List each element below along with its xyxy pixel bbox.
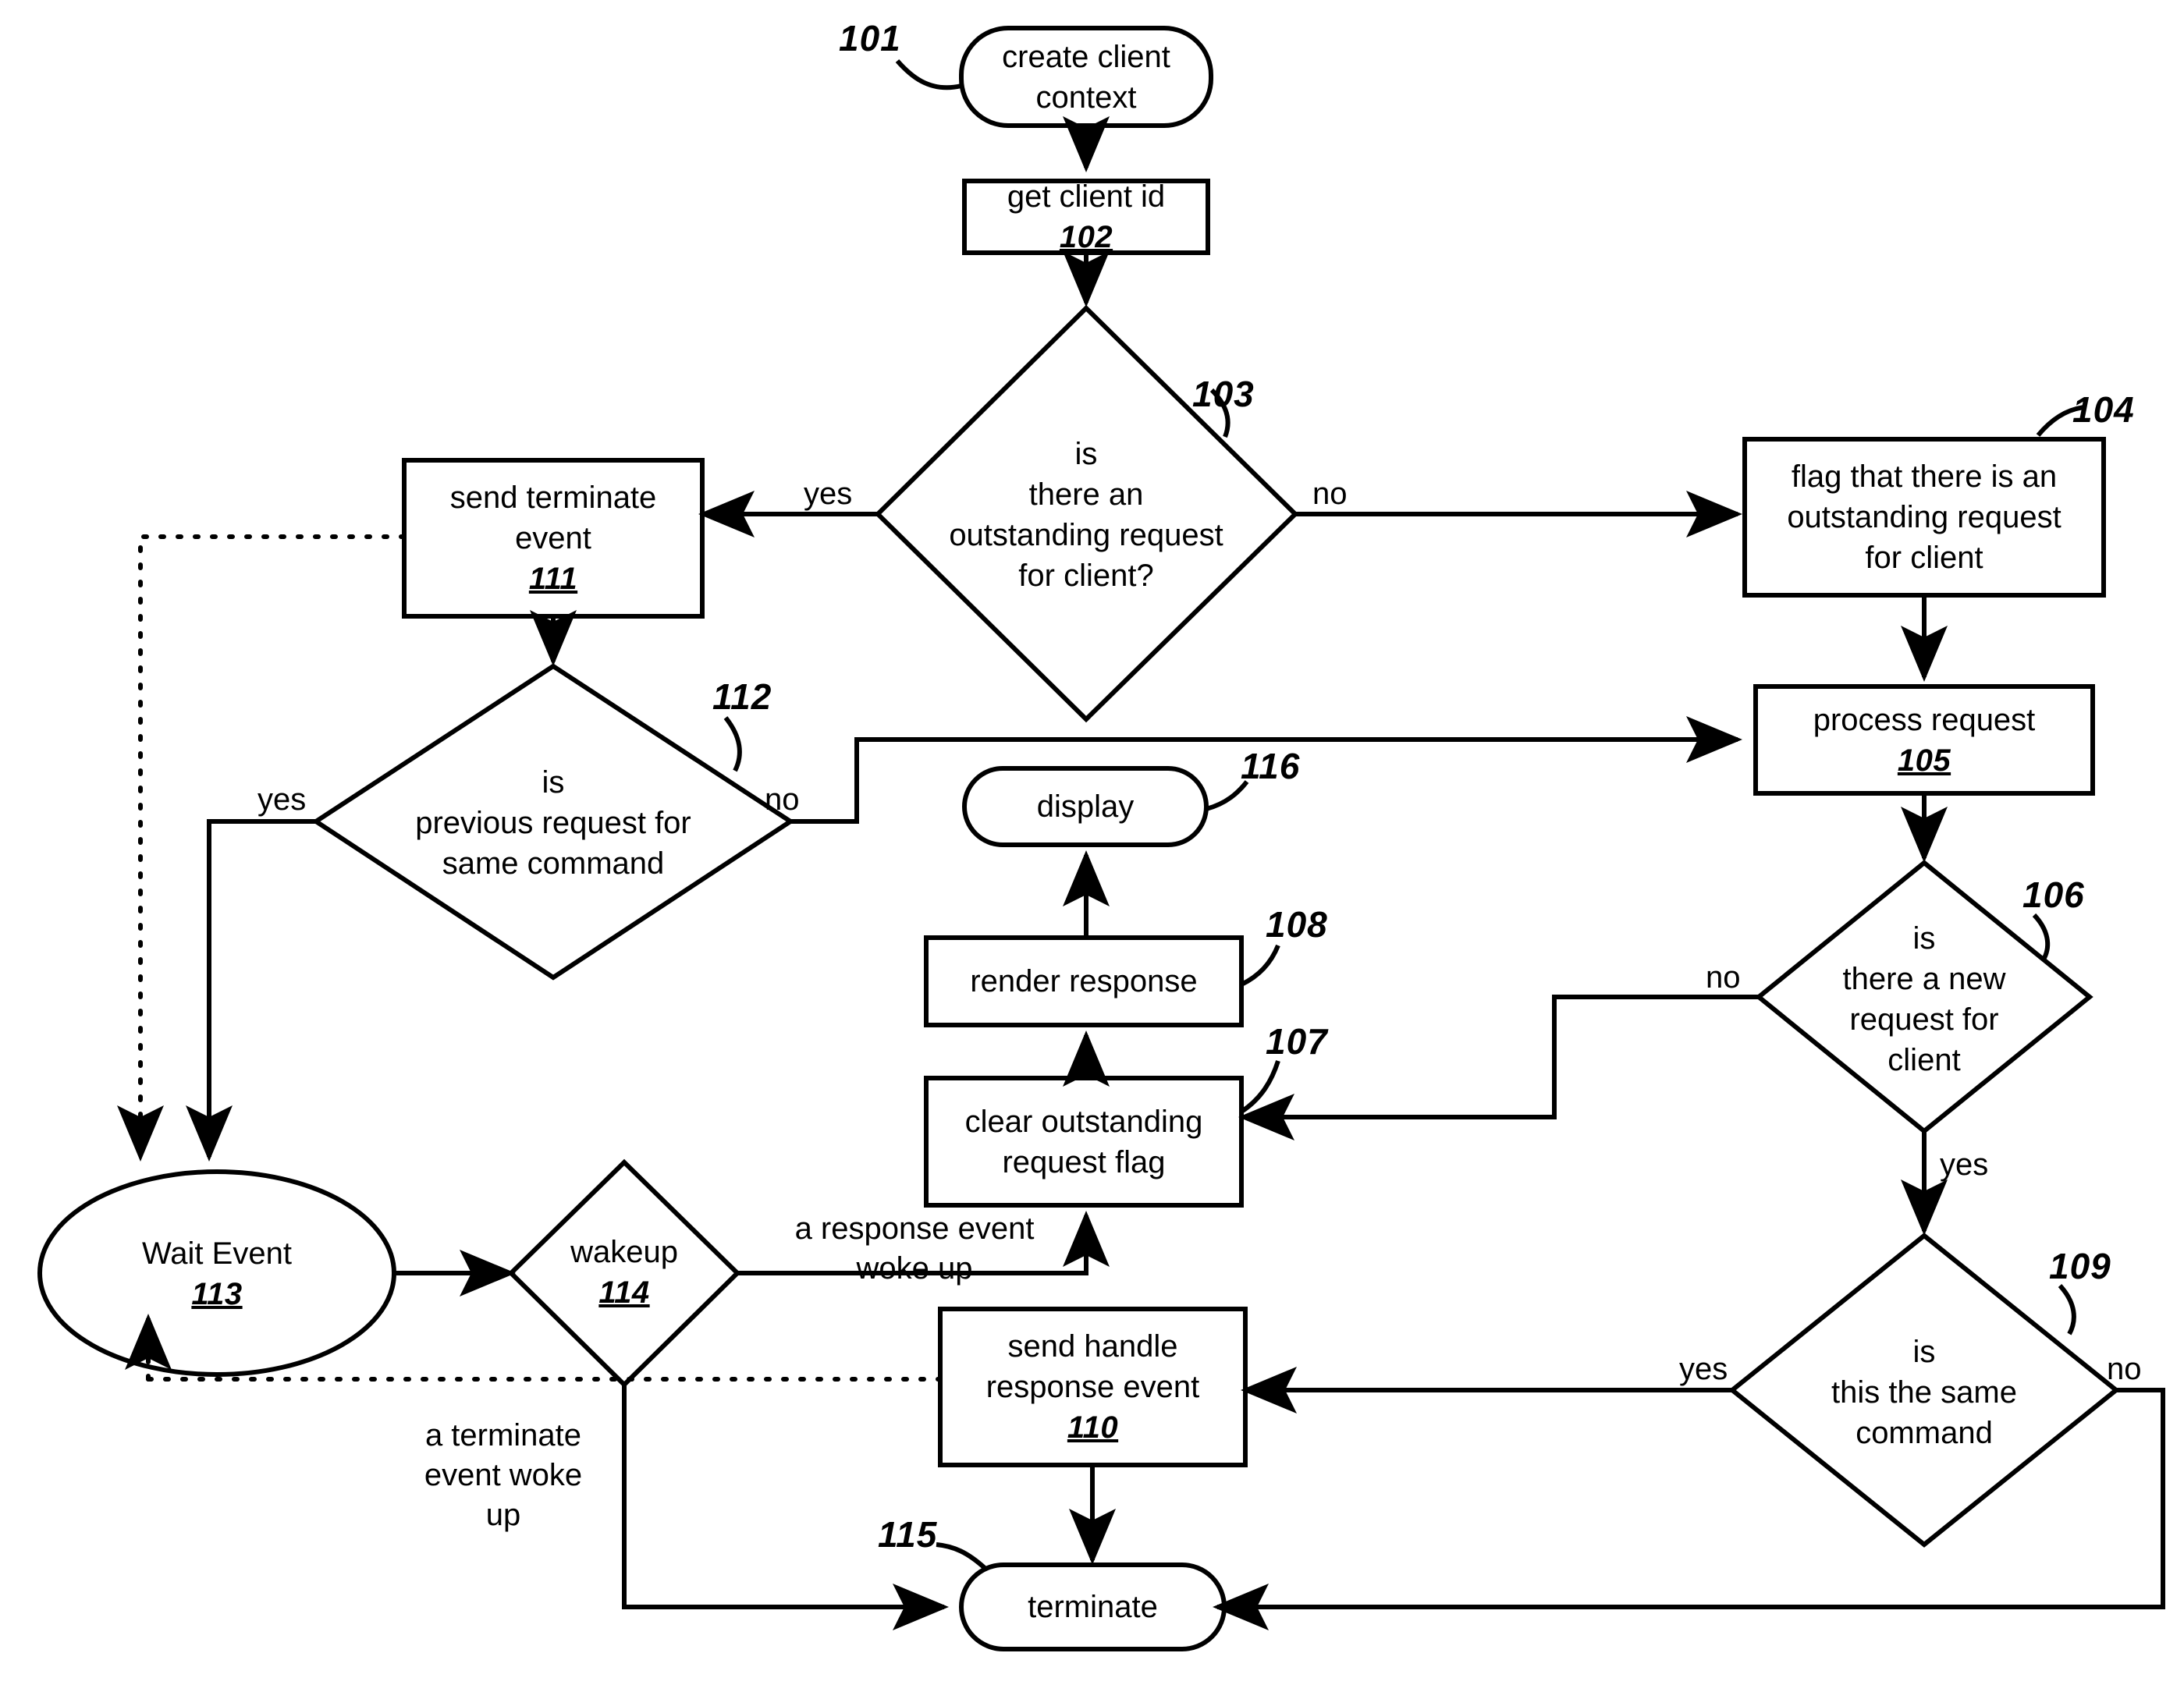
node-102-shape — [962, 179, 1210, 255]
node-108-shape — [924, 935, 1244, 1027]
node-101-shape — [959, 26, 1213, 128]
edge-label-103-yes: yes — [804, 477, 853, 511]
edge-label-terminate-line2: event woke — [424, 1458, 583, 1493]
callout-112: 112 — [712, 676, 772, 717]
callout-leader-109 — [2058, 1283, 2076, 1336]
node-105-shape — [1753, 684, 2095, 796]
callout-leader-108 — [1240, 944, 1280, 987]
edge-114-terminate-115 — [622, 1385, 949, 1630]
edge-label-response-line1: a response event — [794, 1211, 1035, 1246]
callout-116: 116 — [1241, 746, 1301, 786]
callout-108: 108 — [1266, 904, 1328, 945]
node-104-shape — [1742, 437, 2106, 598]
edge-111-dotted-113 — [117, 534, 407, 1162]
callout-leader-115 — [936, 1542, 987, 1570]
node-116-shape — [962, 766, 1209, 847]
edge-label-wakeup-terminate: a terminate event woke up — [390, 1416, 616, 1536]
node-111-shape — [402, 458, 705, 619]
edge-label-response-line2: woke up — [856, 1251, 973, 1286]
edge-label-109-no: no — [2107, 1352, 2142, 1386]
edge-label-terminate-line3: up — [485, 1498, 521, 1533]
callout-107: 107 — [1266, 1021, 1328, 1062]
edge-label-103-no: no — [1312, 477, 1348, 511]
callout-101: 101 — [839, 18, 901, 59]
callout-109: 109 — [2049, 1246, 2111, 1286]
callout-leader-112 — [723, 716, 742, 772]
callout-leader-107 — [1240, 1060, 1280, 1114]
edge-label-106-yes: yes — [1940, 1148, 1989, 1182]
edge-label-109-yes: yes — [1679, 1352, 1728, 1386]
node-113-shape — [37, 1169, 396, 1377]
node-115-shape — [959, 1563, 1227, 1651]
callout-104: 104 — [2072, 389, 2135, 430]
edge-label-106-no: no — [1706, 960, 1741, 995]
callout-106: 106 — [2022, 874, 2085, 915]
node-110-shape — [938, 1307, 1248, 1467]
edge-label-112-yes: yes — [257, 782, 307, 817]
edge-label-wakeup-response: a response event woke up — [751, 1209, 1078, 1289]
node-114-shape — [507, 1158, 741, 1389]
flowchart-graphics — [37, 26, 2165, 1651]
callout-115: 115 — [878, 1514, 938, 1555]
edge-109-no-115 — [1213, 1388, 2165, 1630]
flowchart-canvas: create client context get client id 102 … — [0, 0, 2184, 1692]
edge-label-112-no: no — [765, 782, 800, 817]
node-107-shape — [924, 1076, 1244, 1208]
callout-103: 103 — [1192, 374, 1255, 414]
edge-label-terminate-line1: a terminate — [424, 1418, 582, 1453]
node-103-shape — [874, 304, 1299, 723]
callout-leader-101 — [895, 59, 962, 90]
edge-112-yes-113 — [186, 819, 316, 1162]
